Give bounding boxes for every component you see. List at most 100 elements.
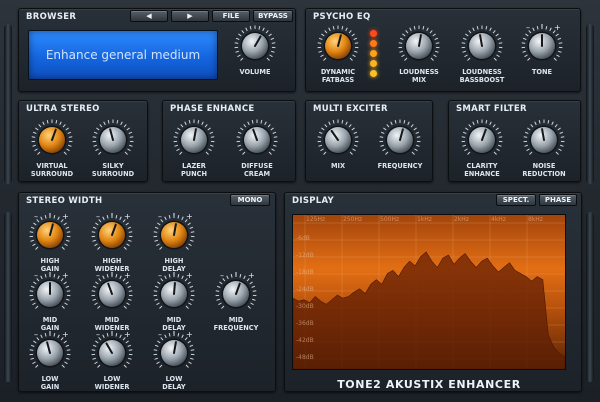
volume-label: VOLUME bbox=[239, 68, 271, 76]
exciter-frequency-knob[interactable] bbox=[378, 118, 422, 162]
clarity-enhance-knob[interactable] bbox=[460, 118, 504, 162]
svg-text:+: + bbox=[124, 331, 131, 339]
mid-frequency-label: MID FREQUENCY bbox=[213, 316, 259, 332]
noise-reduction-knob[interactable] bbox=[522, 118, 566, 162]
virtual-surround-label: VIRTUAL SURROUND bbox=[30, 162, 74, 178]
loudness-bassboost-label: LOUDNESS BASSBOOST bbox=[459, 68, 505, 84]
virtual-surround-knob[interactable] bbox=[30, 118, 74, 162]
freq-label: 4kHz bbox=[491, 216, 506, 223]
dynamic-fatbass-label: DYNAMIC FATBASS bbox=[320, 68, 356, 84]
svg-text:+: + bbox=[124, 213, 131, 221]
tone-knob[interactable]: – + bbox=[520, 24, 564, 68]
exciter-frequency-label: FREQUENCY bbox=[377, 162, 423, 170]
dynamic-fatbass-knob[interactable] bbox=[316, 24, 360, 68]
db-label: -42dB bbox=[296, 337, 314, 344]
svg-text:+: + bbox=[186, 272, 193, 280]
svg-text:–: – bbox=[96, 213, 100, 221]
low-gain-label: LOW GAIN bbox=[40, 375, 60, 391]
db-label: -6dB bbox=[296, 235, 310, 242]
freq-label: 125Hz bbox=[306, 216, 326, 223]
preset-display[interactable]: Enhance general medium bbox=[28, 30, 218, 80]
svg-text:–: – bbox=[96, 331, 100, 339]
loudness-bassboost-knob[interactable] bbox=[460, 24, 504, 68]
svg-text:–: – bbox=[158, 272, 162, 280]
high-gain-knob[interactable]: – + bbox=[28, 213, 72, 257]
mid-widener-label: MID WIDENER bbox=[94, 316, 130, 332]
file-button[interactable]: FILE bbox=[212, 10, 250, 22]
db-label: -48dB bbox=[296, 354, 314, 361]
led-1 bbox=[370, 30, 377, 37]
noise-reduction-label: NOISE REDUCTION bbox=[522, 162, 566, 178]
phase-enhance-title: PHASE ENHANCE bbox=[170, 104, 255, 114]
svg-text:+: + bbox=[124, 272, 131, 280]
mid-gain-label: MID GAIN bbox=[40, 316, 60, 332]
low-widener-knob[interactable]: – + bbox=[90, 331, 134, 375]
spectrum-graph bbox=[292, 215, 566, 370]
volume-knob[interactable] bbox=[233, 24, 277, 68]
spect-button[interactable]: SPECT. bbox=[496, 194, 536, 206]
svg-text:–: – bbox=[96, 272, 100, 280]
left-rail-bottom bbox=[4, 212, 12, 382]
ultra-stereo-title: ULTRA STEREO bbox=[26, 104, 100, 114]
svg-text:–: – bbox=[34, 272, 38, 280]
db-label: -24dB bbox=[296, 286, 314, 293]
led-4 bbox=[370, 60, 377, 67]
right-rail-bottom bbox=[586, 212, 594, 382]
phase-button[interactable]: PHASE bbox=[539, 194, 577, 206]
mid-gain-knob[interactable]: – + bbox=[28, 272, 72, 316]
high-delay-knob[interactable]: – + bbox=[152, 213, 196, 257]
svg-text:–: – bbox=[158, 213, 162, 221]
high-widener-label: HIGH WIDENER bbox=[94, 257, 130, 273]
level-leds bbox=[370, 30, 378, 80]
loudness-mix-knob[interactable] bbox=[397, 24, 441, 68]
spectrum-display bbox=[292, 214, 566, 370]
plugin-window: BROWSER ◀ ▶ FILE BYPASS Enhance general … bbox=[0, 0, 600, 402]
high-widener-knob[interactable]: – + bbox=[90, 213, 134, 257]
freq-label: 500Hz bbox=[380, 216, 400, 223]
right-rail-top bbox=[586, 24, 594, 184]
svg-text:–: – bbox=[34, 331, 38, 339]
freq-label: 8kHz bbox=[528, 216, 543, 223]
svg-text:+: + bbox=[554, 24, 561, 32]
led-3 bbox=[370, 50, 377, 57]
clarity-enhance-label: CLARITY ENHANCE bbox=[464, 162, 500, 178]
high-gain-label: HIGH GAIN bbox=[40, 257, 60, 273]
low-gain-knob[interactable]: – + bbox=[28, 331, 72, 375]
freq-label: 250Hz bbox=[343, 216, 363, 223]
bypass-button[interactable]: BYPASS bbox=[253, 10, 293, 22]
mid-delay-knob[interactable]: – + bbox=[152, 272, 196, 316]
freq-label: 1kHz bbox=[417, 216, 432, 223]
silky-surround-label: SILKY SURROUND bbox=[91, 162, 135, 178]
prev-preset-button[interactable]: ◀ bbox=[130, 10, 168, 22]
mono-button[interactable]: MONO bbox=[230, 194, 270, 206]
low-delay-knob[interactable]: – + bbox=[152, 331, 196, 375]
smart-filter-title: SMART FILTER bbox=[456, 104, 527, 114]
exciter-mix-label: MIX bbox=[330, 162, 346, 170]
svg-text:–: – bbox=[526, 24, 530, 32]
db-label: -30dB bbox=[296, 303, 314, 310]
svg-text:+: + bbox=[62, 272, 69, 280]
loudness-mix-label: LOUDNESS MIX bbox=[399, 68, 439, 84]
exciter-mix-knob[interactable] bbox=[316, 118, 360, 162]
svg-text:+: + bbox=[186, 331, 193, 339]
lazer-punch-knob[interactable] bbox=[172, 118, 216, 162]
svg-text:+: + bbox=[62, 213, 69, 221]
display-title: DISPLAY bbox=[292, 196, 335, 206]
low-delay-label: LOW DELAY bbox=[162, 375, 186, 391]
silky-surround-knob[interactable] bbox=[91, 118, 135, 162]
mid-widener-knob[interactable]: – + bbox=[90, 272, 134, 316]
multi-exciter-title: MULTI EXCITER bbox=[313, 104, 388, 114]
stereo-width-title: STEREO WIDTH bbox=[26, 196, 103, 206]
left-rail-top bbox=[4, 24, 12, 184]
mid-frequency-knob[interactable]: – + bbox=[214, 272, 258, 316]
diffuse-cream-knob[interactable] bbox=[235, 118, 279, 162]
diffuse-cream-label: DIFFUSE CREAM bbox=[241, 162, 273, 178]
svg-text:–: – bbox=[158, 331, 162, 339]
lazer-punch-label: LAZER PUNCH bbox=[180, 162, 208, 178]
next-preset-button[interactable]: ▶ bbox=[171, 10, 209, 22]
led-2 bbox=[370, 40, 377, 47]
db-label: -36dB bbox=[296, 320, 314, 327]
tone-label: TONE bbox=[531, 68, 553, 76]
high-delay-label: HIGH DELAY bbox=[162, 257, 186, 273]
browser-title: BROWSER bbox=[26, 12, 77, 22]
